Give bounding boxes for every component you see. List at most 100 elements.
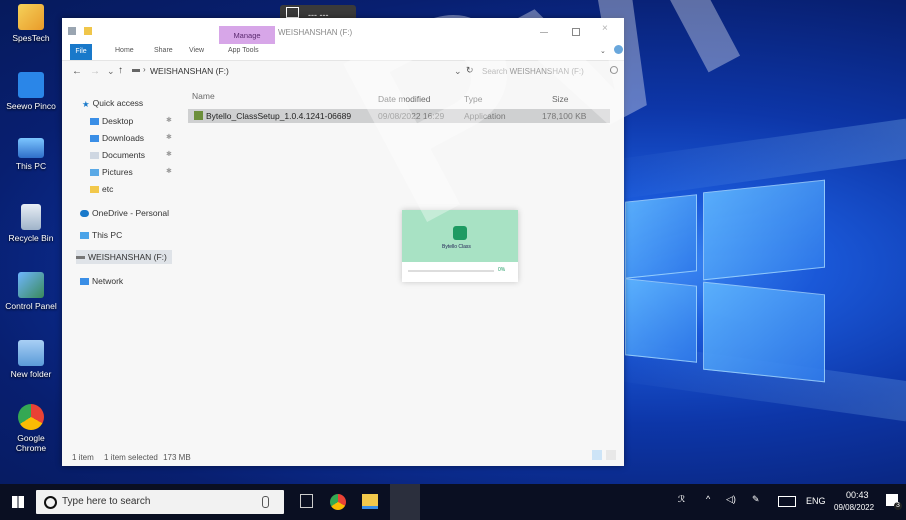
chevron-down-icon[interactable]: ⌄ bbox=[107, 66, 115, 77]
microphone-icon[interactable] bbox=[262, 496, 269, 508]
nav-drive[interactable]: WEISHANSHAN (F:) bbox=[76, 250, 172, 264]
nav-quick-access[interactable]: ★ Quick access bbox=[82, 98, 143, 109]
chevron-down-icon[interactable]: ⌄ bbox=[600, 47, 606, 55]
up-arrow-icon[interactable]: ↑ bbox=[118, 65, 123, 76]
chevron-down-icon[interactable]: ⌄ bbox=[454, 66, 462, 77]
column-header-type[interactable]: Type bbox=[464, 94, 482, 104]
nav-item-desktop[interactable]: Desktop ✱ bbox=[90, 116, 172, 126]
nav-label: WEISHANSHAN (F:) bbox=[88, 252, 167, 262]
tab-app-tools[interactable]: App Tools bbox=[228, 47, 259, 54]
start-icon[interactable] bbox=[12, 496, 24, 508]
windows-logo bbox=[625, 178, 875, 383]
column-header-size[interactable]: Size bbox=[552, 94, 569, 104]
nav-item-etc[interactable]: etc bbox=[90, 184, 113, 194]
documents-icon bbox=[90, 152, 99, 159]
nav-label: Downloads bbox=[102, 133, 145, 143]
nav-label: Network bbox=[92, 276, 124, 286]
nav-item-pictures[interactable]: Pictures ✱ bbox=[90, 167, 172, 177]
taskbar-active-app[interactable] bbox=[390, 484, 420, 520]
keyboard-icon[interactable] bbox=[778, 496, 796, 507]
language-indicator[interactable]: ENG bbox=[806, 496, 826, 506]
address-row: ← → ⌄ ↑ › WEISHANSHAN (F:) ⌄ ↻ Search WE… bbox=[62, 63, 624, 83]
quick-access-toolbar-icon[interactable] bbox=[68, 27, 108, 35]
help-icon[interactable] bbox=[614, 45, 623, 54]
desktop-icon-label: Seewo Pinco bbox=[6, 101, 56, 111]
chrome-icon[interactable] bbox=[330, 494, 346, 510]
desktop-icon-label: New folder bbox=[10, 369, 52, 379]
pen-icon[interactable]: ✎ bbox=[752, 494, 760, 505]
installer-dialog: Bytello Class 0% bbox=[402, 210, 518, 282]
tab-share[interactable]: Share bbox=[154, 47, 173, 54]
installer-progress-bar bbox=[408, 270, 494, 272]
nav-label: etc bbox=[102, 184, 114, 194]
recycle-bin-icon bbox=[21, 204, 41, 230]
desktop-icon-label: Recycle Bin bbox=[8, 233, 54, 243]
chevron-up-icon[interactable]: ^ bbox=[706, 494, 710, 504]
monitor-icon bbox=[286, 7, 299, 18]
back-arrow-icon[interactable]: ← bbox=[72, 66, 82, 77]
file-size: 178,100 KB bbox=[542, 111, 587, 121]
desktop-icon-spestech[interactable]: SpesTech bbox=[2, 4, 60, 43]
desktop-icon-recycle-bin[interactable]: Recycle Bin bbox=[2, 204, 60, 243]
title-bar: Manage WEISHANSHAN (F:) × bbox=[62, 18, 624, 44]
pin-icon: ✱ bbox=[166, 117, 172, 124]
table-row[interactable]: Bytello_ClassSetup_1.0.4.1241-06689 09/0… bbox=[188, 109, 610, 123]
desktop-icon-chrome[interactable]: Google Chrome bbox=[2, 404, 60, 453]
window-title: WEISHANSHAN (F:) bbox=[278, 28, 353, 37]
desktop-icon-control-panel[interactable]: Control Panel bbox=[2, 272, 60, 311]
desktop-icon-new-folder[interactable]: New folder bbox=[2, 340, 60, 379]
chrome-icon bbox=[18, 404, 44, 430]
status-size: 173 MB bbox=[163, 453, 191, 462]
search-icon[interactable] bbox=[610, 66, 618, 74]
task-view-icon[interactable] bbox=[300, 494, 313, 508]
nav-label: Pictures bbox=[102, 167, 133, 177]
column-header-name[interactable]: Name bbox=[192, 91, 215, 101]
cloud-icon bbox=[80, 210, 89, 217]
nav-network[interactable]: Network bbox=[80, 276, 123, 286]
tab-home[interactable]: Home bbox=[115, 47, 134, 54]
pin-icon: ✱ bbox=[166, 134, 172, 141]
tab-view[interactable]: View bbox=[189, 47, 204, 54]
tab-file[interactable]: File bbox=[70, 44, 92, 60]
pin-icon: ✱ bbox=[166, 151, 172, 158]
maximize-icon[interactable] bbox=[572, 28, 580, 36]
nav-item-documents[interactable]: Documents ✱ bbox=[90, 150, 172, 160]
folder-icon bbox=[90, 186, 99, 193]
nav-onedrive[interactable]: OneDrive - Personal bbox=[80, 208, 169, 218]
details-view-icon[interactable] bbox=[592, 450, 602, 460]
search-icon bbox=[44, 496, 57, 509]
drive-icon bbox=[76, 256, 85, 259]
large-icons-view-icon[interactable] bbox=[606, 450, 616, 460]
forward-arrow-icon[interactable]: → bbox=[90, 66, 100, 77]
desktop-icon-this-pc[interactable]: This PC bbox=[2, 138, 60, 171]
navigation-pane: ★ Quick access Desktop ✱ Downloads ✱ Docu… bbox=[62, 90, 175, 450]
breadcrumb: WEISHANSHAN (F:) bbox=[150, 66, 229, 76]
seewo-pinco-icon bbox=[18, 72, 44, 98]
minimize-icon[interactable] bbox=[540, 32, 548, 33]
user-icon[interactable]: ℛ bbox=[678, 494, 685, 505]
taskbar-search[interactable]: Type here to search bbox=[36, 490, 284, 514]
nav-label: Desktop bbox=[102, 116, 134, 126]
installer-app-name: Bytello Class bbox=[442, 244, 471, 250]
manage-context-tab[interactable]: Manage bbox=[219, 26, 275, 44]
desktop-icon-seewo[interactable]: Seewo Pinco bbox=[2, 72, 60, 111]
refresh-icon[interactable]: ↻ bbox=[466, 65, 474, 76]
search-input[interactable]: Search WEISHANSHAN (F:) bbox=[482, 67, 584, 76]
clock-date[interactable]: 09/08/2022 bbox=[834, 503, 874, 512]
desktop-folder-icon bbox=[90, 118, 99, 125]
file-explorer-icon[interactable] bbox=[362, 494, 378, 509]
address-bar[interactable]: › WEISHANSHAN (F:) bbox=[130, 63, 440, 79]
nav-this-pc[interactable]: This PC bbox=[80, 230, 122, 240]
this-pc-icon bbox=[18, 138, 44, 158]
spestech-icon bbox=[18, 4, 44, 30]
desktop-icons: SpesTech Seewo Pinco This PC Recycle Bin… bbox=[0, 0, 62, 484]
column-header-date[interactable]: Date modified bbox=[378, 94, 430, 104]
network-icon bbox=[80, 278, 89, 285]
nav-item-downloads[interactable]: Downloads ✱ bbox=[90, 133, 172, 143]
file-date: 09/08/2022 16:29 bbox=[378, 111, 445, 121]
close-icon[interactable]: × bbox=[602, 23, 608, 34]
speaker-icon[interactable]: ◁) bbox=[726, 494, 736, 505]
pin-icon: ✱ bbox=[166, 168, 172, 175]
status-item-count: 1 item bbox=[72, 453, 94, 462]
clock-time[interactable]: 00:43 bbox=[846, 490, 869, 500]
